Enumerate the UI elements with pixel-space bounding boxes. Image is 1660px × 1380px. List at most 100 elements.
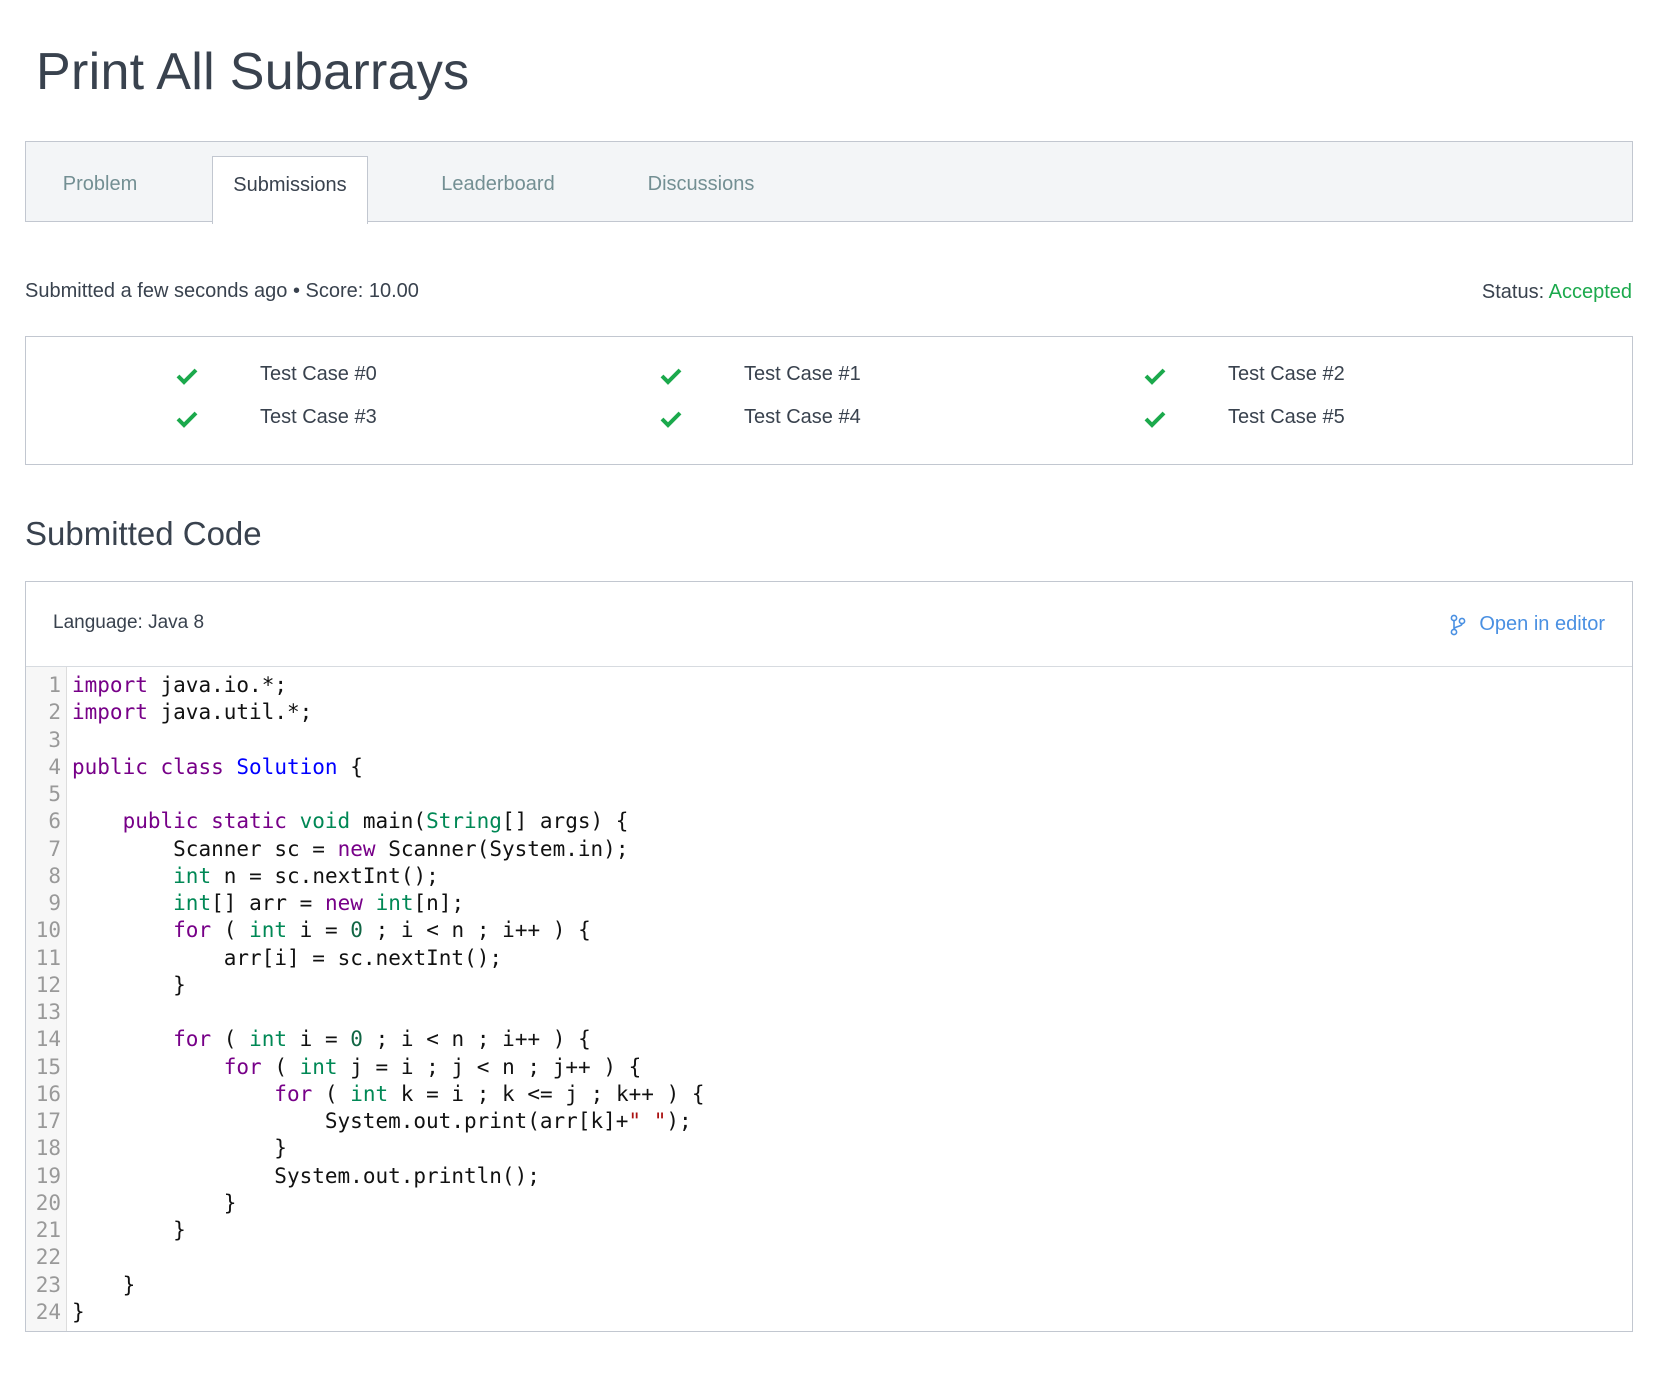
open-in-editor-label: Open in editor [1479,613,1605,635]
code-text: public class Solution { [72,754,363,779]
line-number: 13 [35,1000,61,1024]
code-text: public static void main(String[] args) { [122,809,629,834]
line-number: 22 [35,1245,61,1270]
code-line: 13 [26,999,1632,1026]
code-text: } [173,972,186,997]
check-icon [660,411,682,428]
code-text: import java.io.*; [72,673,288,697]
code-panel: Language: Java 8 Open in editor 1 import … [25,581,1633,1332]
code-line: 3 [26,727,1632,754]
code-line: 4 public class Solution { [26,754,1632,781]
code-editor[interactable]: 1 import java.io.*; 2 import java.util.*; 3 4… [26,667,1632,1331]
code-header: Language: Java 8 Open in editor [26,582,1632,667]
line-number: 10 [35,918,61,943]
code-text: System.out.println(); [274,1163,540,1188]
line-number: 12 [35,972,61,997]
line-number: 14 [35,1027,61,1052]
code-line: 7 Scanner sc = new Scanner(System.in); [26,836,1632,863]
code-text: } [274,1136,287,1161]
code-line: 5 [26,781,1632,808]
check-icon [176,411,198,428]
test-case-label: Test Case #2 [1228,363,1345,385]
tab-submissions[interactable]: Submissions [212,156,368,224]
branch-icon [1450,614,1466,636]
check-icon [1144,368,1166,385]
code-line: 18 } [26,1135,1632,1162]
line-number: 20 [35,1190,61,1215]
open-in-editor-link[interactable]: Open in editor [1450,613,1605,636]
code-line: 23 } [26,1272,1632,1299]
tab-bar: Problem Submissions Leaderboard Discussi… [25,141,1633,224]
check-icon [1144,411,1166,428]
code-line: 2 import java.util.*; [26,699,1632,726]
check-icon [176,368,198,385]
code-text: } [122,1272,136,1297]
code-lines: 1 import java.io.*; 2 import java.util.*; 3 4… [26,672,1632,1326]
check-icon [660,368,682,385]
status-value: Accepted [1548,281,1632,303]
line-number: 8 [48,863,61,888]
tab-discussions[interactable]: Discussions [620,156,782,223]
line-number: 16 [35,1081,61,1106]
page-title: Print All Subarrays [36,43,470,101]
tab-leaderboard[interactable]: Leaderboard [416,156,580,223]
test-case-panel: Test Case #0 Test Case #1 Test Case #2 T… [25,336,1633,465]
code-text: Scanner sc = new Scanner(System.in); [173,836,629,861]
code-line: 20 } [26,1190,1632,1217]
code-line: 6 public static void main(String[] args)… [26,808,1632,835]
code-text: import java.util.*; [72,700,313,725]
line-number: 23 [35,1272,61,1297]
code-line: 8 int n = sc.nextInt(); [26,863,1632,890]
code-text: } [223,1190,237,1215]
code-line: 21 } [26,1217,1632,1244]
code-text: } [72,1299,85,1324]
line-number: 5 [48,782,61,806]
code-text: for ( int i = 0 ; i < n ; i++ ) { [173,918,591,943]
code-line: 19 System.out.println(); [26,1163,1632,1190]
code-line: 17 System.out.print(arr[k]+" "); [26,1108,1632,1135]
line-number: 18 [35,1136,61,1161]
line-number: 6 [48,809,61,834]
code-text: } [173,1218,186,1242]
line-number: 17 [35,1109,61,1133]
code-line: 11 arr[i] = sc.nextInt(); [26,945,1632,972]
code-text: int[] arr = new int[n]; [173,891,465,915]
test-case-label: Test Case #1 [744,363,861,385]
line-number: 1 [48,673,61,697]
code-line: 16 for ( int k = i ; k <= j ; k++ ) { [26,1081,1632,1108]
submitted-code-heading: Submitted Code [25,515,262,552]
code-text: arr[i] = sc.nextInt(); [223,945,503,970]
line-number: 24 [35,1299,61,1324]
line-number: 9 [48,891,61,915]
code-line: 22 [26,1244,1632,1271]
language-label: Language: Java 8 [53,612,205,633]
code-line: 9 int[] arr = new int[n]; [26,890,1632,917]
code-line: 10 for ( int i = 0 ; i < n ; i++ ) { [26,917,1632,944]
line-number: 19 [35,1163,61,1188]
line-number: 11 [35,945,61,970]
code-line: 14 for ( int i = 0 ; i < n ; i++ ) { [26,1026,1632,1053]
tab-problem[interactable]: Problem [26,156,174,223]
code-line: 24} [26,1299,1632,1326]
status-label: Status: [1481,281,1545,303]
line-number: 2 [48,700,61,725]
line-number: 15 [35,1054,61,1079]
code-text: System.out.print(arr[k]+" "); [324,1109,692,1133]
code-text: for ( int j = i ; j < n ; j++ ) { [223,1054,642,1079]
code-text: int n = sc.nextInt(); [173,863,439,888]
code-text: for ( int k = i ; k <= j ; k++ ) { [274,1081,705,1106]
line-number: 3 [48,727,61,752]
line-number: 4 [48,754,61,779]
submission-summary: Submitted a few seconds ago • Score: 10.… [25,280,419,302]
test-case-label: Test Case #5 [1228,406,1345,428]
line-number: 7 [48,836,61,861]
test-case-label: Test Case #3 [260,406,377,428]
code-line: 12 } [26,972,1632,999]
test-case-label: Test Case #4 [744,406,861,428]
code-line: 15 for ( int j = i ; j < n ; j++ ) { [26,1054,1632,1081]
submission-status: Status: Accepted [1482,281,1632,304]
test-case-label: Test Case #0 [260,363,377,385]
code-line: 1 import java.io.*; [26,672,1632,699]
line-number: 21 [35,1218,61,1242]
code-text: for ( int i = 0 ; i < n ; i++ ) { [173,1027,591,1052]
